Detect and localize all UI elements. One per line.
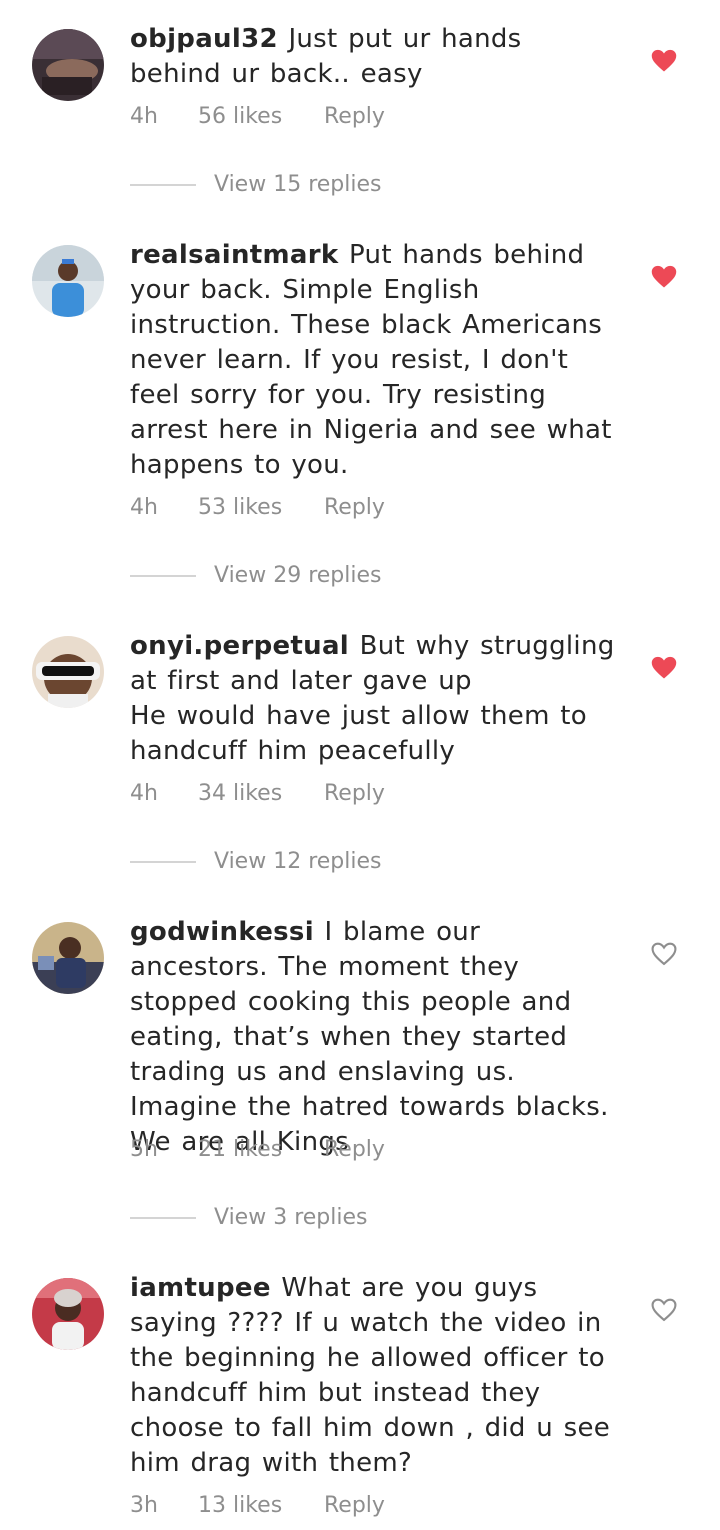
reply-button[interactable]: Reply <box>324 493 385 523</box>
divider-line <box>130 1217 196 1219</box>
comment-username[interactable]: godwinkessi <box>130 917 314 947</box>
comment-username[interactable]: onyi.perpetual <box>130 631 349 661</box>
comment-likes[interactable]: 21 likes <box>198 1135 282 1165</box>
divider-line <box>130 575 196 577</box>
comment-likes[interactable]: 56 likes <box>198 102 282 132</box>
avatar[interactable] <box>32 636 104 708</box>
reply-button[interactable]: Reply <box>324 1491 385 1521</box>
reply-button[interactable]: Reply <box>324 1135 385 1165</box>
comment-likes[interactable]: 53 likes <box>198 493 282 523</box>
heart-filled-icon[interactable] <box>650 47 678 75</box>
divider-line <box>130 861 196 863</box>
view-replies-label[interactable]: View 3 replies <box>214 1203 367 1233</box>
avatar[interactable] <box>32 1278 104 1350</box>
view-replies-label[interactable]: View 12 replies <box>214 847 381 877</box>
heart-outline-icon[interactable] <box>650 940 678 968</box>
reply-button[interactable]: Reply <box>324 779 385 809</box>
comment-username[interactable]: iamtupee <box>130 1273 271 1303</box>
avatar[interactable] <box>32 922 104 994</box>
view-replies[interactable]: View 3 replies <box>130 1203 530 1233</box>
comment-text: Put hands behind your back. Simple Engli… <box>130 240 612 480</box>
divider-line <box>130 184 196 186</box>
comment-likes[interactable]: 34 likes <box>198 779 282 809</box>
comment-time: 4h <box>130 781 158 806</box>
heart-outline-icon[interactable] <box>650 1296 678 1324</box>
comment-username[interactable]: objpaul32 <box>130 24 278 54</box>
view-replies[interactable]: View 12 replies <box>130 847 530 877</box>
reply-button[interactable]: Reply <box>324 102 385 132</box>
heart-filled-icon[interactable] <box>650 654 678 682</box>
avatar[interactable] <box>32 245 104 317</box>
comment-likes[interactable]: 13 likes <box>198 1491 282 1521</box>
view-replies[interactable]: View 15 replies <box>130 170 530 200</box>
view-replies-label[interactable]: View 29 replies <box>214 561 381 591</box>
comment-time: 5h <box>130 1137 158 1162</box>
comment-time: 4h <box>130 104 158 129</box>
comment-text: What are you guys saying ???? If u watch… <box>130 1273 611 1478</box>
avatar[interactable] <box>32 29 104 101</box>
comment-text: I blame our ancestors. The moment they s… <box>130 917 609 1157</box>
comment-username[interactable]: realsaintmark <box>130 240 338 270</box>
view-replies-label[interactable]: View 15 replies <box>214 170 381 200</box>
view-replies[interactable]: View 29 replies <box>130 561 530 591</box>
comment-time: 3h <box>130 1493 158 1518</box>
heart-filled-icon[interactable] <box>650 263 678 291</box>
comment-time: 4h <box>130 495 158 520</box>
